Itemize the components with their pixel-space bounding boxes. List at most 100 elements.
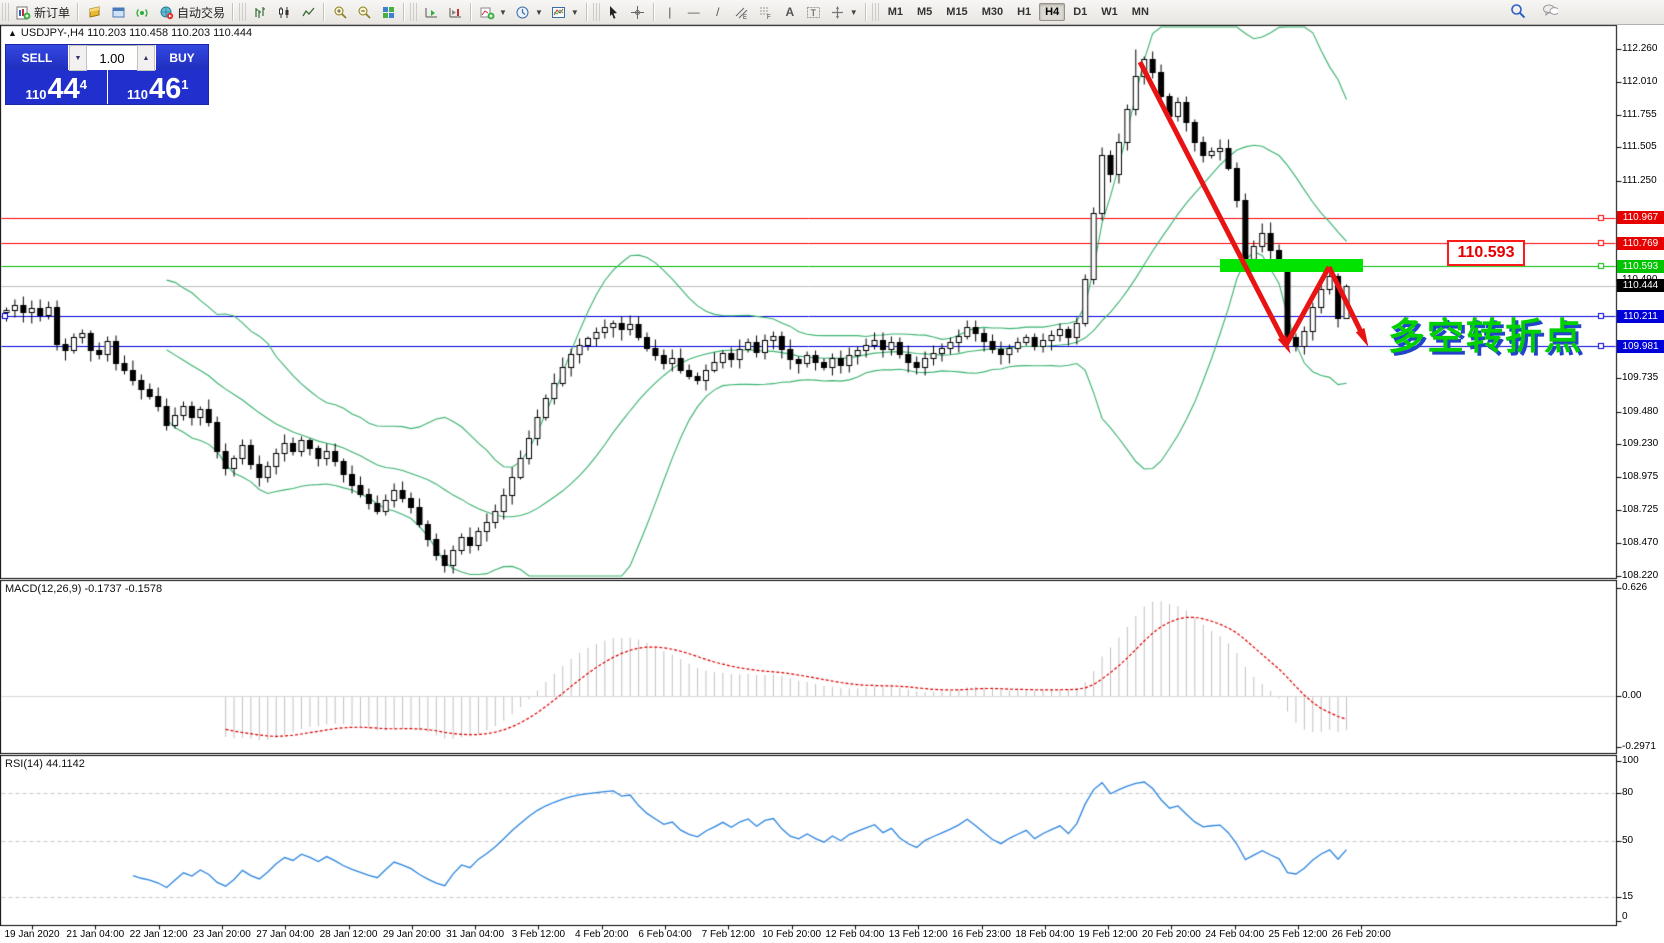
trendline-button[interactable]: / [706,2,730,22]
candlestick-button[interactable] [272,2,296,22]
chart-canvas[interactable] [0,0,1664,943]
new-order-button[interactable]: 新订单 [11,2,74,23]
macd-tick-label: 0.626 [1622,582,1647,593]
macd-label: MACD(12,26,9) -0.1737 -0.1578 [5,583,162,595]
time-tick-label: 20 Feb 20:00 [1142,929,1201,940]
volume-up-button[interactable]: ▲ [137,45,155,71]
search-button[interactable] [1506,1,1530,21]
templates-caret-icon: ▼ [571,8,579,17]
arrows-caret-icon: ▼ [850,8,858,17]
candlestick-icon [276,4,292,20]
zoom-in-button[interactable] [328,2,352,22]
time-tick-label: 24 Feb 04:00 [1205,929,1264,940]
vertical-line-icon: | [662,4,678,20]
chat-button[interactable] [1538,1,1562,21]
bar-chart-button[interactable] [248,2,272,22]
templates-button[interactable]: ▼ [547,2,583,22]
ohlc-info-line: ▲USDJPY-,H4 110.203 110.458 110.203 110.… [8,27,252,39]
periods-button[interactable]: ▼ [511,2,547,22]
time-tick-label: 28 Jan 12:00 [320,929,378,940]
terminal-button[interactable] [130,2,154,22]
timeframe-button-d1[interactable]: D1 [1067,3,1093,21]
sell-price[interactable]: 110444 [6,70,108,104]
zoom-out-button[interactable] [352,2,376,22]
price-badge: 110.769 [1617,237,1664,250]
price-badge: 110.593 [1617,260,1664,273]
channel-icon: E [734,4,750,20]
svg-text:E: E [743,15,747,20]
price-badge: 110.444 [1617,279,1664,292]
market-watch-button[interactable] [82,2,106,22]
volume-value[interactable]: 1.00 [87,51,137,66]
line-chart-icon [300,4,316,20]
line-chart-button[interactable] [296,2,320,22]
time-tick-label: 16 Feb 23:00 [952,929,1011,940]
timeframe-button-m15[interactable]: M15 [940,3,973,21]
navigator-icon [110,4,126,20]
price-label-box[interactable]: 110.593 [1447,240,1525,266]
time-tick-label: 25 Feb 12:00 [1269,929,1328,940]
timeframe-button-w1[interactable]: W1 [1095,3,1124,21]
vertical-line-button[interactable]: | [658,2,682,22]
support-rectangle[interactable] [1220,259,1363,272]
navigator-button[interactable] [106,2,130,22]
collapse-panel-icon[interactable]: ▲ [8,28,17,38]
sell-button[interactable]: SELL [6,45,69,70]
time-tick-label: 4 Feb 20:00 [575,929,628,940]
price-tick-label: 111.505 [1622,141,1657,152]
tile-windows-button[interactable] [376,2,400,22]
timeframe-button-m1[interactable]: M1 [882,3,909,21]
price-tick-label: 109.735 [1622,372,1658,383]
buy-button[interactable]: BUY [155,45,208,70]
buy-price[interactable]: 110461 [108,70,209,104]
fibonacci-icon: F [758,4,774,20]
time-tick-label: 6 Feb 04:00 [638,929,691,940]
timeframe-button-h1[interactable]: H1 [1011,3,1037,21]
search-icon [1510,3,1526,19]
text-label-icon: T [806,4,822,20]
volume-down-button[interactable]: ▼ [69,45,87,71]
chat-icon [1542,3,1558,19]
fibonacci-button[interactable]: F [754,2,778,22]
price-tick-label: 111.250 [1622,175,1657,186]
price-tick-label: 109.480 [1622,406,1658,417]
text-label-button[interactable]: T [802,2,826,22]
timeframe-button-h4[interactable]: H4 [1039,3,1065,21]
time-tick-label: 13 Feb 12:00 [889,929,948,940]
price-tick-label: 108.470 [1622,537,1658,548]
zoom-in-icon [332,4,348,20]
indicators-button[interactable]: ▼ [475,2,511,22]
text-icon: A [782,4,798,20]
rsi-label: RSI(14) 44.1142 [5,758,85,770]
toolbar-grip[interactable] [2,3,9,21]
horizontal-line-button[interactable]: — [682,2,706,22]
auto-scroll-button[interactable] [419,2,443,22]
macd-tick-label: -0.2971 [1622,741,1656,752]
indicators-caret-icon: ▼ [499,8,507,17]
arrows-icon [830,4,846,20]
horizontal-line-icon: — [686,4,702,20]
timeframe-button-mn[interactable]: MN [1126,3,1155,21]
arrows-button[interactable]: ▼ [826,2,862,22]
timeframe-button-m30[interactable]: M30 [976,3,1009,21]
svg-text:T: T [811,8,817,18]
volume-stepper: ▼ 1.00 ▲ [69,45,155,70]
cursor-icon [606,4,622,20]
crosshair-icon [630,4,646,20]
market-watch-icon [86,4,102,20]
tile-windows-icon [380,4,396,20]
new-order-icon [15,4,31,20]
annotation-text[interactable]: 多空转折点 [1388,306,1583,360]
chart-shift-button[interactable] [443,2,467,22]
cursor-button[interactable] [602,2,626,22]
crosshair-button[interactable] [626,2,650,22]
indicators-icon [479,4,495,20]
time-tick-label: 23 Jan 20:00 [193,929,251,940]
chart-shift-icon [447,4,463,20]
autotrading-button[interactable]: 自动交易 [154,2,229,23]
text-button[interactable]: A [778,2,802,22]
toolbar: 新订单 自动交易 [0,0,1664,25]
one-click-trading-panel: SELL ▼ 1.00 ▲ BUY 110444 110461 [5,44,209,105]
channel-button[interactable]: E [730,2,754,22]
timeframe-button-m5[interactable]: M5 [911,3,938,21]
